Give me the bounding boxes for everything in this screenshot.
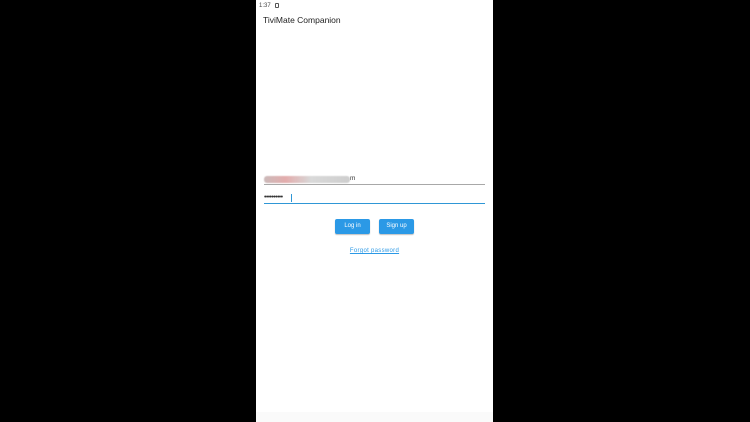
phone-screen: 1:37 TiviMate Companion m •••••••••• Log… [256, 0, 493, 422]
notification-icon [274, 3, 279, 8]
email-redaction [264, 176, 350, 183]
password-value: •••••••••• [264, 194, 283, 201]
navigation-bar [256, 412, 493, 422]
signup-button[interactable]: Sign up [379, 219, 414, 234]
status-time: 1:37 [259, 2, 271, 9]
login-button[interactable]: Log in [335, 219, 370, 234]
text-caret [291, 194, 292, 202]
email-field[interactable]: m [264, 173, 485, 185]
app-title: TiviMate Companion [263, 15, 341, 25]
email-visible-suffix: m [350, 175, 356, 182]
password-field[interactable]: •••••••••• [264, 192, 485, 204]
forgot-password-link[interactable]: Forgot password [256, 248, 493, 254]
status-bar: 1:37 [256, 0, 493, 11]
